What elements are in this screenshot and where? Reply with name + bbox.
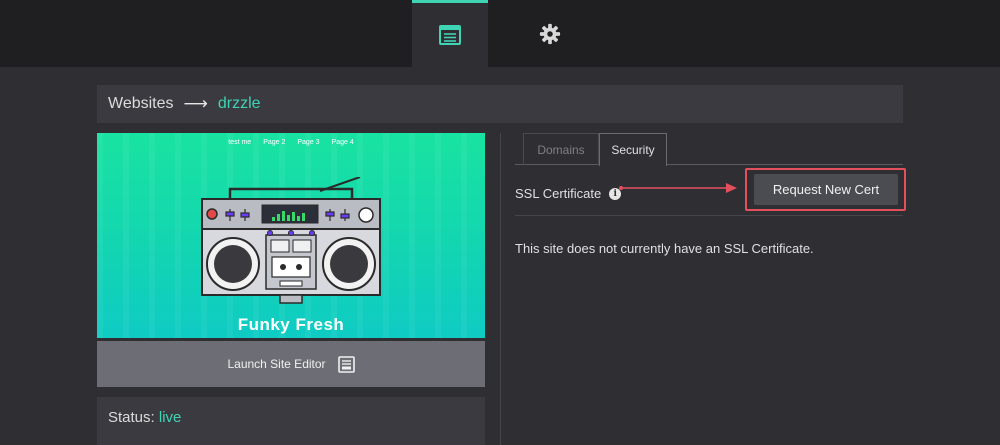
nav-settings-button[interactable]	[512, 0, 588, 67]
settings-tabs: Domains Security	[515, 133, 903, 166]
preview-nav-item: Page 4	[331, 139, 354, 146]
tab-security[interactable]: Security	[599, 133, 667, 166]
launch-site-editor-label: Launch Site Editor	[227, 357, 326, 371]
tab-security-label: Security	[611, 143, 655, 157]
breadcrumb-arrow-icon: ⟶	[183, 94, 208, 113]
gear-icon	[539, 23, 561, 44]
nav-sites-button[interactable]	[412, 0, 488, 67]
editor-icon	[337, 355, 355, 373]
site-status-card: Status: live	[97, 397, 485, 445]
request-new-cert-button[interactable]: Request New Cert	[754, 174, 898, 205]
ssl-status-message: This site does not currently have an SSL…	[515, 241, 814, 256]
annotation-arrow-icon	[619, 183, 737, 193]
preview-nav-item: Page 3	[297, 139, 320, 146]
sites-list-icon	[439, 25, 461, 45]
preview-site-nav: test me Page 2 Page 3 Page 4	[97, 139, 485, 146]
status-value: live	[158, 409, 182, 426]
preview-nav-item: test me	[228, 139, 252, 146]
top-nav-bar	[0, 0, 1000, 67]
status-card-cropped-row	[108, 439, 478, 445]
column-divider	[500, 133, 501, 445]
tab-domains-label: Domains	[537, 142, 585, 157]
preview-nav-item: Page 2	[263, 139, 286, 146]
boombox-illustration	[201, 177, 381, 304]
launch-site-editor-button[interactable]: Launch Site Editor	[97, 341, 485, 387]
tab-domains[interactable]: Domains	[523, 133, 599, 165]
ssl-certificate-label: SSL Certificate	[515, 186, 602, 201]
preview-site-title: Funky Fresh	[237, 315, 345, 334]
status-label: Status:	[108, 409, 155, 426]
breadcrumb-root-link[interactable]: Websites	[108, 95, 174, 113]
site-preview-thumbnail: test me Page 2 Page 3 Page 4 Funky Fresh	[97, 133, 485, 338]
breadcrumb-current: drzzle	[217, 95, 261, 112]
breadcrumb: Websites ⟶ drzzle	[97, 85, 903, 123]
